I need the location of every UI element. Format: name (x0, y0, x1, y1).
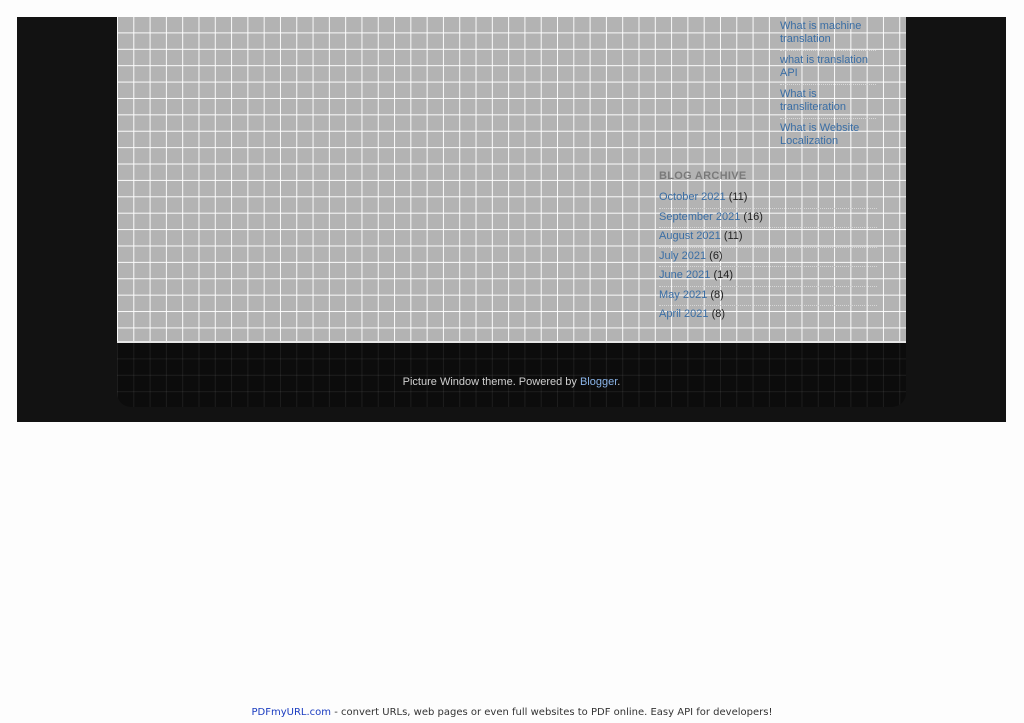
archive-count: (14) (713, 269, 734, 281)
blog-archive-title: BLOG ARCHIVE (659, 170, 747, 182)
archive-count: (16) (743, 210, 763, 223)
footer-suffix: . (617, 376, 621, 388)
footer-attribution: Picture Window theme. Powered by Blogger… (117, 376, 906, 388)
archive-count: (8) (710, 288, 724, 301)
archive-list: October 2021 (11) September 2021 (16) Au… (659, 189, 877, 326)
archive-month-link[interactable]: April 2021 (659, 308, 709, 320)
archive-count: (11) (723, 230, 743, 242)
list-item: What is machine translation (780, 17, 876, 51)
archive-month-link[interactable]: October 2021 (659, 191, 726, 203)
archive-month-link[interactable]: July 2021 (659, 250, 706, 262)
label-link[interactable]: What is machine translation (780, 20, 861, 45)
label-link[interactable]: what is translation API (780, 54, 868, 79)
archive-item: October 2021 (11) (659, 189, 877, 209)
archive-month-link[interactable]: August 2021 (659, 230, 721, 242)
pdfmyurl-banner: PDFmyURL.com - convert URLs, web pages o… (0, 707, 1024, 718)
pdfmyurl-link[interactable]: PDFmyURL.com (252, 707, 332, 718)
archive-item: August 2021 (11) (659, 228, 877, 248)
archive-item: July 2021 (6) (659, 248, 877, 267)
archive-count: (11) (728, 191, 748, 203)
archive-count: (8) (711, 308, 726, 320)
archive-month-link[interactable]: May 2021 (659, 289, 707, 301)
labels-list: What is machine translation what is tran… (780, 17, 876, 152)
footer-prefix: Picture Window theme. Powered by (402, 376, 577, 388)
list-item: What is transliteration (780, 85, 876, 119)
blog-footer: Picture Window theme. Powered by Blogger… (117, 343, 906, 407)
label-link[interactable]: What is transliteration (780, 88, 846, 113)
blog-outer-frame: What is machine translation what is tran… (17, 17, 1006, 422)
archive-month-link[interactable]: June 2021 (659, 269, 710, 281)
blog-archive-widget: BLOG ARCHIVE October 2021 (11) September… (659, 170, 877, 326)
archive-item: April 2021 (8) (659, 306, 877, 326)
list-item: what is translation API (780, 51, 876, 85)
archive-count: (6) (709, 249, 723, 262)
archive-item: September 2021 (16) (659, 209, 877, 228)
blog-content-area: What is machine translation what is tran… (117, 17, 906, 343)
archive-item: June 2021 (14) (659, 267, 877, 287)
archive-item: May 2021 (8) (659, 287, 877, 306)
label-link[interactable]: What is Website Localization (780, 122, 859, 147)
pdfmyurl-banner-text: - convert URLs, web pages or even full w… (331, 707, 773, 718)
blogger-link[interactable]: Blogger (580, 376, 617, 388)
archive-month-link[interactable]: September 2021 (659, 211, 740, 223)
list-item: What is Website Localization (780, 119, 876, 152)
